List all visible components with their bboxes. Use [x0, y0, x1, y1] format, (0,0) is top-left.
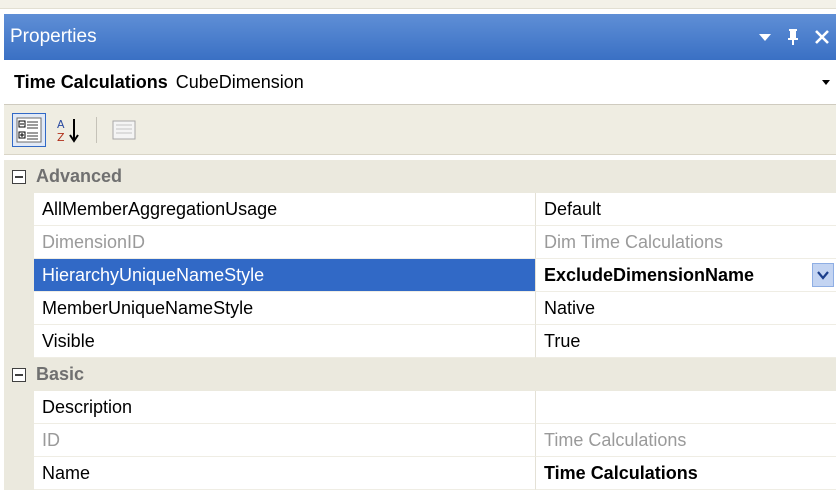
collapse-icon[interactable] — [4, 160, 34, 193]
close-icon[interactable] — [814, 29, 830, 45]
toolbar-separator — [96, 116, 97, 143]
category-basic[interactable]: Basic — [4, 358, 836, 391]
property-name[interactable]: ID — [34, 424, 536, 457]
property-row[interactable]: DimensionID Dim Time Calculations — [4, 226, 836, 259]
property-value-select[interactable]: ExcludeDimensionName — [536, 259, 836, 292]
property-value: Time Calculations — [536, 424, 836, 457]
object-selector[interactable]: Time Calculations CubeDimension — [4, 60, 836, 105]
property-name[interactable]: Description — [34, 391, 536, 424]
property-row[interactable]: Visible True — [4, 325, 836, 358]
chevron-down-icon[interactable] — [816, 60, 836, 104]
category-advanced[interactable]: Advanced — [4, 160, 836, 193]
category-label: Advanced — [36, 166, 123, 186]
property-name[interactable]: HierarchyUniqueNameStyle — [34, 259, 536, 292]
row-gutter — [4, 226, 34, 259]
row-gutter — [4, 259, 34, 292]
property-row[interactable]: ID Time Calculations — [4, 424, 836, 457]
property-value-text: ExcludeDimensionName — [544, 264, 755, 285]
property-grid: Advanced AllMemberAggregationUsage Defau… — [4, 160, 836, 490]
svg-text:Z: Z — [57, 131, 65, 144]
property-name[interactable]: MemberUniqueNameStyle — [34, 292, 536, 325]
property-value[interactable]: Native — [536, 292, 836, 325]
properties-title-bar: Properties — [4, 14, 836, 60]
property-row[interactable]: MemberUniqueNameStyle Native — [4, 292, 836, 325]
dropdown-arrow-icon[interactable] — [758, 32, 772, 42]
properties-toolbar: A Z — [4, 105, 836, 155]
panel-title: Properties — [10, 26, 97, 47]
row-gutter — [4, 391, 34, 424]
row-gutter — [4, 424, 34, 457]
property-value[interactable] — [536, 391, 836, 424]
collapse-icon[interactable] — [4, 358, 34, 391]
row-gutter — [4, 325, 34, 358]
property-value[interactable]: Time Calculations — [536, 457, 836, 490]
svg-text:A: A — [57, 118, 65, 131]
property-pages-icon[interactable] — [107, 113, 141, 147]
property-row[interactable]: Description — [4, 391, 836, 424]
row-gutter — [4, 193, 34, 226]
alphabetical-icon[interactable]: A Z — [52, 113, 86, 147]
property-row-selected[interactable]: HierarchyUniqueNameStyle ExcludeDimensio… — [4, 259, 836, 292]
category-label: Basic — [36, 364, 85, 384]
property-name[interactable]: Visible — [34, 325, 536, 358]
property-value[interactable]: Default — [536, 193, 836, 226]
categorized-icon[interactable] — [12, 112, 46, 147]
pin-icon[interactable] — [786, 28, 800, 46]
object-type: CubeDimension — [175, 71, 304, 92]
property-name[interactable]: AllMemberAggregationUsage — [34, 193, 536, 226]
property-name[interactable]: DimensionID — [34, 226, 536, 259]
row-gutter — [4, 457, 34, 490]
property-name[interactable]: Name — [34, 457, 536, 490]
property-row[interactable]: AllMemberAggregationUsage Default — [4, 193, 836, 226]
property-value[interactable]: True — [536, 325, 836, 358]
chevron-down-icon[interactable] — [812, 263, 834, 287]
property-value: Dim Time Calculations — [536, 226, 836, 259]
row-gutter — [4, 292, 34, 325]
object-name: Time Calculations — [14, 71, 168, 92]
window-top-edge — [0, 0, 836, 9]
property-row[interactable]: Name Time Calculations — [4, 457, 836, 490]
